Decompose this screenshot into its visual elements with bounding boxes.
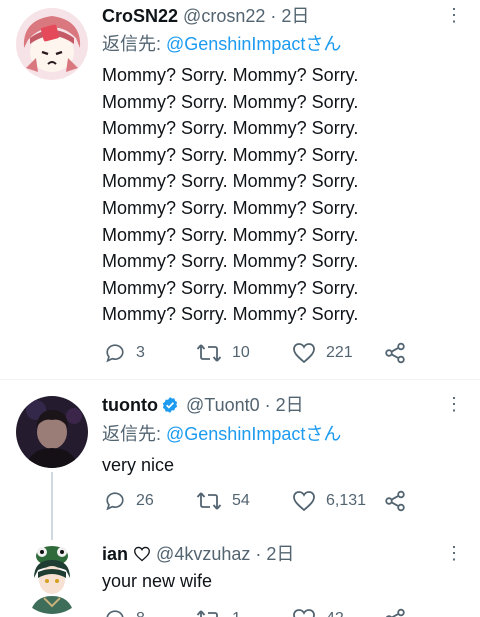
handle[interactable]: @Tuont0 — [186, 395, 260, 415]
retweet-icon — [196, 344, 222, 362]
tweet-header: tuonto @Tuont0 · 2日 — [102, 393, 304, 417]
tweet-crosn22[interactable]: CroSN22 @crosn22 · 2日 ⋮ 返信先: @GenshinImp… — [0, 0, 480, 380]
tweet-ian[interactable]: ian @4kvzuhaz · 2日 ⋮ your new wife 8 1 4… — [0, 530, 480, 617]
like-count: 42 — [326, 610, 344, 617]
display-name[interactable]: tuonto — [102, 395, 158, 415]
like-button[interactable]: 42 — [292, 608, 344, 617]
reply-count: 3 — [136, 344, 145, 361]
action-bar: 8 1 42 — [104, 606, 424, 617]
reply-to-mention[interactable]: @GenshinImpact — [166, 424, 305, 444]
timestamp[interactable]: 2日 — [276, 395, 304, 415]
reply-count: 26 — [136, 492, 154, 509]
tweet-text: very nice — [102, 455, 175, 475]
tweet-tuonto[interactable]: tuonto @Tuont0 · 2日 ⋮ 返信先: @GenshinImpac… — [0, 380, 480, 540]
avatar-anime-girl-icon — [16, 8, 88, 80]
heart-icon — [293, 609, 315, 617]
avatar-photo-icon — [16, 396, 88, 468]
display-name[interactable]: CroSN22 — [102, 6, 178, 26]
reply-to-line: 返信先: @GenshinImpactさん — [102, 422, 341, 446]
avatar-ian[interactable] — [16, 542, 88, 614]
retweet-icon — [196, 610, 218, 617]
separator-dot: · — [264, 395, 271, 415]
share-icon — [385, 490, 405, 512]
reply-suffix: さん — [305, 34, 342, 54]
more-options-icon[interactable]: ⋮ — [444, 544, 464, 562]
reply-to-line: 返信先: @GenshinImpactさん — [102, 32, 341, 56]
share-icon — [385, 608, 405, 617]
tweet-header: CroSN22 @crosn22 · 2日 — [102, 4, 309, 28]
reply-prefix: 返信先: — [102, 424, 167, 444]
retweet-button[interactable]: 54 — [196, 490, 250, 512]
share-button[interactable] — [384, 608, 406, 617]
reply-button[interactable]: 8 — [104, 608, 145, 617]
timestamp[interactable]: 2日 — [281, 6, 309, 26]
reply-prefix: 返信先: — [102, 34, 167, 54]
retweet-icon — [196, 492, 222, 510]
reply-icon — [106, 344, 124, 363]
reply-to-mention[interactable]: @GenshinImpact — [166, 34, 305, 54]
action-bar: 3 10 221 — [104, 340, 424, 368]
like-count: 221 — [326, 344, 353, 361]
more-options-icon[interactable]: ⋮ — [444, 395, 464, 413]
share-icon — [385, 342, 405, 364]
tweet-text: your new wife — [102, 571, 213, 591]
reply-icon — [106, 492, 124, 511]
handle[interactable]: @crosn22 — [183, 6, 265, 26]
verified-badge-icon — [162, 397, 178, 413]
more-options-icon[interactable]: ⋮ — [444, 6, 464, 24]
share-button[interactable] — [384, 342, 406, 364]
heart-icon — [293, 343, 315, 364]
avatar-anime-boy-icon — [16, 542, 88, 614]
heart-icon — [293, 491, 315, 512]
retweet-count: 54 — [232, 492, 250, 509]
avatar-crosn22[interactable] — [16, 8, 88, 80]
reply-suffix: さん — [305, 424, 342, 444]
retweet-button[interactable]: 1 — [196, 608, 241, 617]
display-name[interactable]: ian — [102, 544, 128, 564]
avatar-tuonto[interactable] — [16, 396, 88, 468]
handle[interactable]: @4kvzuhaz — [156, 544, 250, 564]
heart-outline-icon — [134, 546, 150, 562]
reply-count: 8 — [136, 610, 145, 617]
retweet-button[interactable]: 10 — [196, 342, 250, 364]
reply-button[interactable]: 26 — [104, 490, 154, 512]
retweet-count: 10 — [232, 344, 250, 361]
separator-dot: · — [255, 544, 262, 564]
like-button[interactable]: 6,131 — [292, 490, 366, 512]
like-button[interactable]: 221 — [292, 342, 353, 364]
tweet-header: ian @4kvzuhaz · 2日 — [102, 542, 294, 566]
tweet-text: Mommy? Sorry. Mommy? Sorry. Mommy? Sorry… — [102, 65, 359, 325]
reply-button[interactable]: 3 — [104, 342, 145, 364]
like-count: 6,131 — [326, 492, 367, 509]
share-button[interactable] — [384, 490, 406, 512]
separator-dot: · — [270, 6, 277, 26]
timestamp[interactable]: 2日 — [266, 544, 294, 564]
action-bar: 26 54 6,131 — [104, 488, 424, 516]
retweet-count: 1 — [232, 610, 241, 617]
reply-icon — [106, 610, 124, 617]
